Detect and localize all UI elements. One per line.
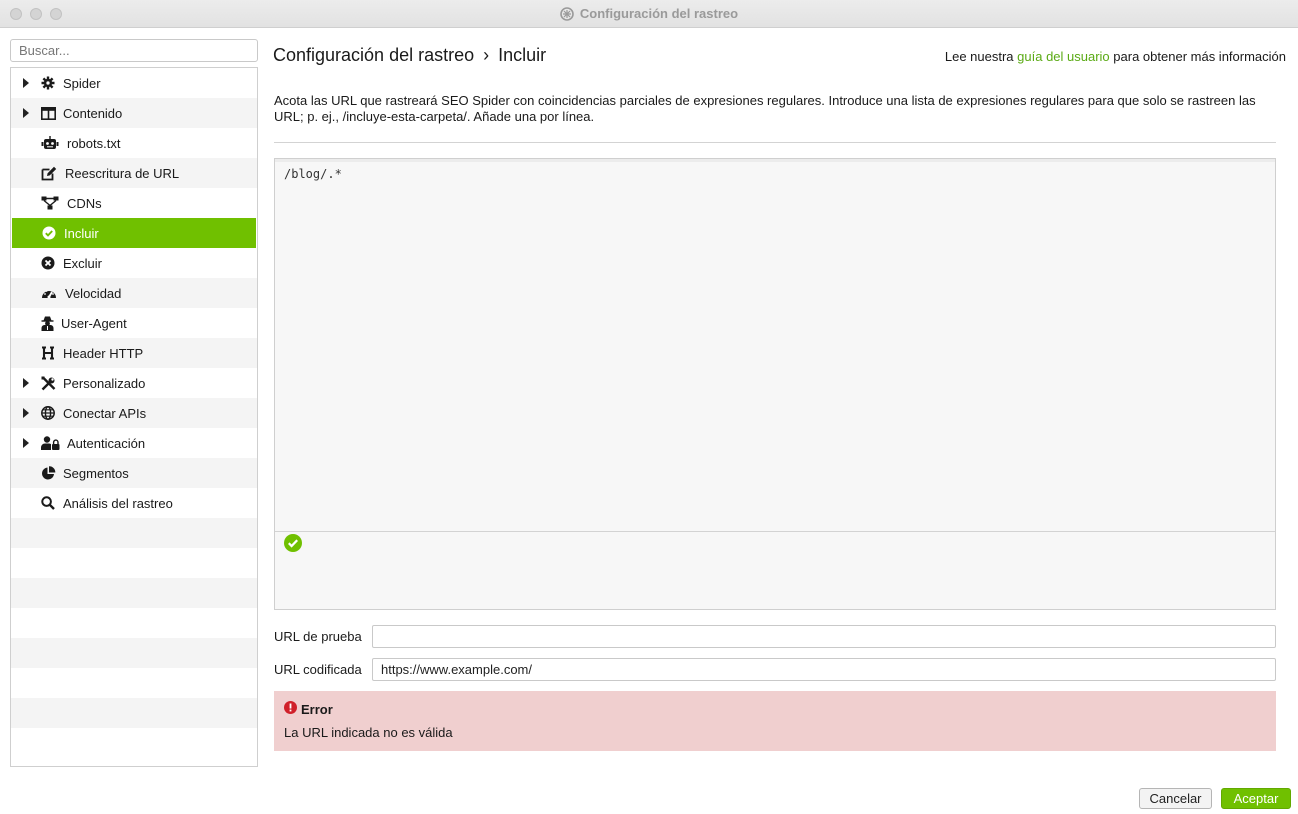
sidebar-item-velocidad[interactable]: Velocidad [11,278,257,308]
sidebar-empty-row [11,518,257,548]
sidebar-empty-row [11,638,257,668]
regex-editor: /blog/.* [274,158,1276,610]
window-title-group: Configuración del rastreo [560,6,738,21]
error-title: Error [301,701,333,717]
breadcrumb-current: Incluir [498,45,547,65]
sidebar-item-robots[interactable]: robots.txt [11,128,257,158]
check-circle-icon [42,226,64,240]
edit-icon [41,166,65,181]
sidebar-item-label: robots.txt [67,135,121,151]
cancel-button[interactable]: Cancelar [1139,788,1212,809]
sidebar-item-spider[interactable]: Spider [11,68,257,98]
sidebar-item-label: Análisis del rastreo [63,495,173,511]
sidebar-item-segmentos[interactable]: Segmentos [11,458,257,488]
sidebar-item-label: Segmentos [63,465,129,481]
valid-check-icon [284,534,302,555]
sidebar-item-label: Personalizado [63,375,146,391]
validation-status [275,531,1275,609]
pie-chart-icon [41,465,63,481]
sidebar-item-label: Spider [63,75,101,91]
robot-icon [41,136,67,150]
sidebar-empty-row [11,608,257,638]
error-box: Error La URL indicada no es válida [274,691,1276,751]
sidebar-item-cdns[interactable]: CDNs [11,188,257,218]
sidebar-item-label: User-Agent [61,315,127,331]
section-description: Acota las URL que rastreará SEO Spider c… [274,93,1256,124]
sidebar-item-contenido[interactable]: Contenido [11,98,257,128]
expand-arrow-icon[interactable] [11,438,41,448]
expand-arrow-icon[interactable] [11,378,41,388]
expand-arrow-icon[interactable] [11,408,41,418]
tools-icon [41,376,63,391]
sidebar-item-conectar-apis[interactable]: Conectar APIs [11,398,257,428]
sidebar-empty-row [11,698,257,728]
zoom-window-button[interactable] [50,8,62,20]
encoded-url-label: URL codificada [274,662,362,677]
test-url-label: URL de prueba [274,629,362,644]
error-message: La URL indicada no es válida [284,725,453,740]
help-suffix: para obtener más información [1113,49,1286,64]
sidebar-item-label: Autenticación [67,435,146,451]
sidebar-empty-row [11,668,257,698]
sidebar-item-user-agent[interactable]: User-Agent [11,308,257,338]
sidebar-item-label: Reescritura de URL [65,165,180,181]
sidebar-item-label: Excluir [63,255,103,271]
window-title: Configuración del rastreo [579,6,739,21]
sidebar-empty-row [11,578,257,608]
help-prefix: Lee nuestra [944,49,1014,64]
sidebar-item-excluir[interactable]: Excluir [11,248,257,278]
sidebar-item-label: Contenido [63,105,123,121]
header-h-icon [41,346,63,360]
user-secret-icon [41,316,61,331]
error-icon [284,701,297,717]
sidebar-item-label: Header HTTP [63,345,144,361]
window-controls [10,8,62,20]
title-bar: Configuración del rastreo [0,0,1298,28]
sidebar-item-label: Conectar APIs [63,405,147,421]
sidebar-item-header-http[interactable]: Header HTTP [11,338,257,368]
sidebar-item-label: Velocidad [65,285,122,301]
sidebar-empty-row [11,548,257,578]
expand-arrow-icon[interactable] [11,78,41,88]
user-guide-link[interactable]: guía del usuario [1017,49,1110,64]
columns-icon [41,106,63,120]
expand-arrow-icon[interactable] [11,108,41,118]
sidebar-empty-row [11,728,257,758]
sidebar: Spider Contenido robots.txt Reescritura … [10,67,258,767]
minimize-window-button[interactable] [30,8,42,20]
sidebar-item-autenticacion[interactable]: Autenticación [11,428,257,458]
search-input[interactable] [10,39,258,62]
sidebar-item-label: CDNs [67,195,102,211]
divider [274,142,1276,143]
breadcrumb-root: Configuración del rastreo [273,45,475,65]
sidebar-item-incluir[interactable]: Incluir [12,218,256,248]
sidebar-item-label: Incluir [64,225,99,241]
x-circle-icon [41,256,63,270]
gauge-icon [41,286,65,300]
user-lock-icon [41,436,67,450]
help-text: Lee nuestra guía del usuario para obtene… [945,49,1286,64]
close-window-button[interactable] [10,8,22,20]
breadcrumb: Configuración del rastreo › Incluir [273,45,546,66]
encoded-url-field[interactable] [372,658,1276,681]
search-icon [41,496,63,510]
test-url-input[interactable] [372,625,1276,648]
globe-icon [41,406,63,420]
network-icon [41,196,67,210]
error-header: Error [284,701,333,717]
sidebar-item-personalizado[interactable]: Personalizado [11,368,257,398]
regex-textarea[interactable]: /blog/.* [275,159,1275,531]
spider-logo-icon [560,6,574,21]
gear-icon [41,76,63,90]
sidebar-item-reescritura[interactable]: Reescritura de URL [11,158,257,188]
breadcrumb-separator: › [483,45,490,65]
accept-button[interactable]: Aceptar [1221,788,1291,809]
sidebar-item-analisis[interactable]: Análisis del rastreo [11,488,257,518]
